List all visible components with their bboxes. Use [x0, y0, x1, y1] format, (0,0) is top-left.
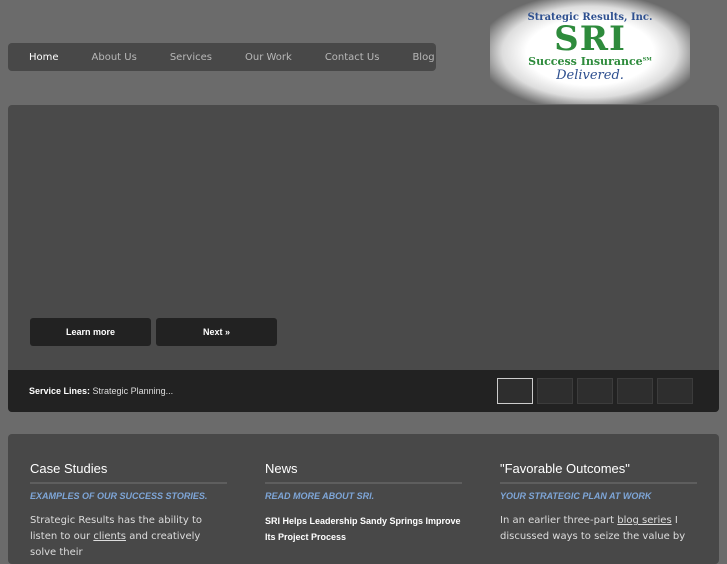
slider-thumb[interactable]: [537, 378, 573, 404]
nav-our-work[interactable]: Our Work: [245, 52, 292, 63]
slider-thumb[interactable]: [657, 378, 693, 404]
slider-thumbnails: [497, 378, 693, 404]
column-text: In an earlier three-part blog series I d…: [500, 515, 686, 542]
nav-about-us[interactable]: About Us: [92, 52, 137, 63]
nav-home[interactable]: Home: [29, 52, 59, 63]
hero-slider: Learn more Next » Service Lines: Strateg…: [8, 105, 719, 412]
next-button[interactable]: Next »: [156, 318, 277, 346]
nav-blog[interactable]: Blog: [412, 52, 434, 63]
nav-services[interactable]: Services: [170, 52, 212, 63]
slider-caption-bar: Service Lines: Strategic Planning...: [8, 370, 719, 412]
logo-delivered: Delivered.: [556, 68, 624, 83]
learn-more-button[interactable]: Learn more: [30, 318, 151, 346]
column-title: Case Studies: [30, 461, 227, 484]
blog-column: "Favorable Outcomes" YOUR STRATEGIC PLAN…: [500, 461, 697, 545]
slider-thumb[interactable]: [497, 378, 533, 404]
column-text: Strategic Results has the ability to lis…: [30, 515, 202, 558]
column-subtitle[interactable]: YOUR STRATEGIC PLAN AT WORK: [500, 491, 697, 501]
news-headline[interactable]: SRI Helps Leadership Sandy Springs Impro…: [265, 513, 462, 545]
blog-series-link[interactable]: blog series: [617, 515, 671, 526]
sri-logo[interactable]: Strategic Results, Inc. SRI Success Insu…: [490, 0, 690, 104]
logo-sri: SRI: [554, 19, 626, 59]
slider-thumb[interactable]: [577, 378, 613, 404]
column-title: News: [265, 461, 462, 484]
clients-link[interactable]: clients: [93, 531, 126, 542]
news-column: News READ MORE ABOUT SRI. SRI Helps Lead…: [265, 461, 462, 545]
column-title: "Favorable Outcomes": [500, 461, 697, 484]
slider-thumb[interactable]: [617, 378, 653, 404]
case-studies-column: Case Studies EXAMPLES OF OUR SUCCESS STO…: [30, 461, 227, 561]
logo-tagline: Success InsuranceSM: [528, 55, 652, 68]
nav-contact-us[interactable]: Contact Us: [325, 52, 380, 63]
column-subtitle[interactable]: EXAMPLES OF OUR SUCCESS STORIES.: [30, 491, 227, 501]
column-subtitle[interactable]: READ MORE ABOUT SRI.: [265, 491, 462, 501]
main-nav: Home About Us Services Our Work Contact …: [8, 43, 436, 71]
slider-caption: Service Lines: Strategic Planning...: [29, 386, 174, 396]
